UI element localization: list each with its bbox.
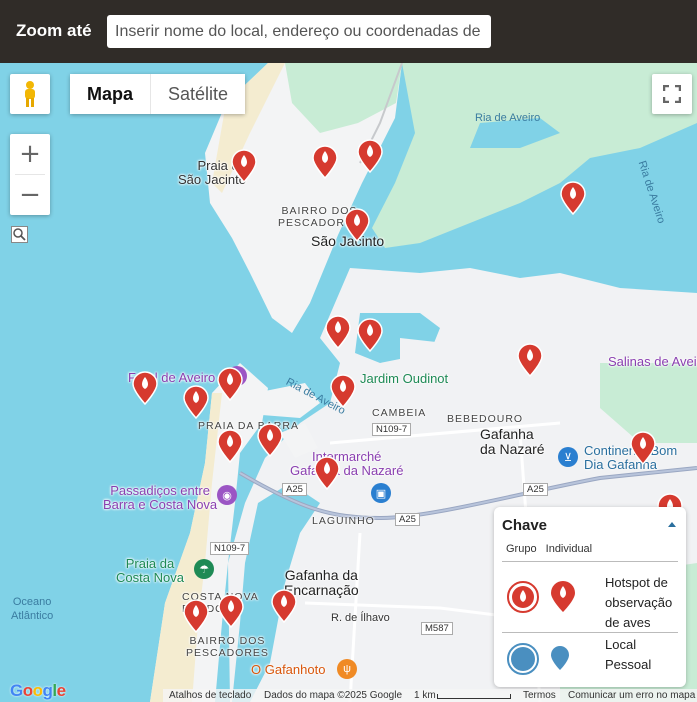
map-type-control: Mapa Satélite (70, 74, 246, 114)
label-intermarche: Intermarché Gafanha da Nazaré (290, 449, 404, 478)
legend-title: Chave (502, 517, 548, 534)
poi-shopping-cart-icon[interactable]: ⊻ (558, 447, 578, 467)
legend-hotspot-label: Hotspot de observação de aves (605, 575, 673, 630)
legend-column-group: Grupo (506, 543, 537, 555)
scale-bar (437, 694, 511, 699)
map-type-map-button[interactable]: Mapa (70, 74, 151, 114)
hotspot-marker-icon[interactable] (312, 145, 338, 180)
poi-restaurant-icon[interactable]: ψ (337, 659, 357, 679)
hotspot-marker-icon[interactable] (314, 456, 340, 491)
map-type-satellite-button[interactable]: Satélite (150, 74, 246, 114)
label-salinas: Salinas de Aveiro (608, 354, 697, 369)
hotspot-marker-icon[interactable] (357, 139, 383, 174)
zoom-control: + − (10, 134, 50, 215)
zoom-out-button[interactable]: − (10, 175, 50, 215)
legend-column-headers: Grupo Individual (506, 543, 598, 555)
road-shield-m587: M587 (421, 622, 453, 635)
map-footer: Google Atalhos de teclado Dados do mapa … (0, 681, 697, 702)
legend-divider-1 (502, 561, 678, 562)
label-laguinho: LAGUINHO (312, 515, 375, 527)
road-shield-a25-b: A25 (395, 513, 420, 526)
label-oceano: Oceano Atlântico (11, 596, 54, 622)
terms-link[interactable]: Termos (523, 689, 556, 702)
fullscreen-icon (663, 85, 681, 103)
report-error-link[interactable]: Comunicar um erro no mapa (568, 689, 695, 702)
legend-personal-label: Local Pessoal (605, 637, 652, 672)
label-jardim-oudinot: Jardim Oudinot (360, 371, 449, 386)
label-ria-aveiro-north: Ria de Aveiro (475, 112, 541, 124)
legend-column-individual: Individual (545, 543, 593, 555)
zoom-to-label: Zoom até (16, 21, 92, 40)
hotspot-marker-icon[interactable] (218, 594, 244, 629)
legend-individual-hotspot-icon (551, 581, 575, 612)
zoom-box-button[interactable] (11, 226, 28, 243)
location-search-input[interactable] (107, 15, 491, 48)
poi-camera-icon[interactable]: ◉ (217, 485, 237, 505)
hotspot-marker-icon[interactable] (217, 367, 243, 402)
hotspot-marker-icon[interactable] (330, 374, 356, 409)
pegman-icon (25, 81, 35, 107)
hotspot-marker-icon[interactable] (560, 181, 586, 216)
hotspot-marker-icon[interactable] (630, 431, 656, 466)
label-r-ilhavo: R. de Ílhavo (331, 612, 390, 624)
road-shield-n109-7-b: N109-7 (210, 542, 250, 555)
label-bebedouro: BEBEDOURO (447, 413, 524, 425)
label-gafanhoto: O Gafanhoto (251, 662, 326, 677)
poi-beach-icon[interactable]: ☂ (194, 559, 214, 579)
google-logo: Google (10, 681, 66, 700)
hotspot-marker-icon[interactable] (231, 149, 257, 184)
zoom-box-icon (11, 226, 28, 243)
label-praia-costa-nova: Praia da Costa Nova (116, 556, 184, 585)
poi-shopping-bag-icon[interactable]: ▣ (371, 483, 391, 503)
zoom-in-button[interactable]: + (10, 134, 50, 174)
hotspot-marker-icon[interactable] (325, 315, 351, 350)
fullscreen-button[interactable] (652, 74, 692, 114)
map-legend: Chave Grupo Individual Hotspot de observ… (494, 507, 686, 687)
header-bar: Zoom até (0, 0, 697, 63)
legend-group-personal-icon (507, 643, 539, 675)
road-shield-a25-c: A25 (523, 483, 548, 496)
street-view-pegman[interactable] (10, 74, 50, 114)
hotspot-marker-icon[interactable] (183, 599, 209, 634)
hotspot-marker-icon[interactable] (271, 589, 297, 624)
legend-individual-personal-icon (551, 646, 569, 670)
map-data-attribution: Dados do mapa ©2025 Google (264, 690, 403, 701)
map-canvas[interactable]: Mapa Satélite + − Praia de São Jacinto B… (0, 63, 697, 702)
label-bairro-pescadores-south: BAIRRO DOS PESCADORES (186, 635, 269, 659)
hotspot-marker-icon[interactable] (132, 371, 158, 406)
hotspot-marker-icon[interactable] (517, 343, 543, 378)
hotspot-marker-icon[interactable] (344, 208, 370, 243)
hotspot-marker-icon[interactable] (257, 423, 283, 458)
label-praia-barra: PRAIA DA BARRA (198, 420, 299, 432)
keyboard-shortcuts-link[interactable]: Atalhos de teclado (169, 689, 251, 702)
road-shield-n109-7-a: N109-7 (372, 423, 412, 436)
label-passadicos: Passadiços entre Barra e Costa Nova (103, 483, 218, 512)
label-cambeia: CAMBEIA (372, 407, 427, 419)
legend-collapse-toggle[interactable] (668, 522, 676, 527)
legend-divider-2 (502, 632, 678, 633)
road-shield-a25-a: A25 (282, 483, 307, 496)
hotspot-marker-icon[interactable] (217, 429, 243, 464)
hotspot-marker-icon[interactable] (357, 318, 383, 353)
label-gafanha-nazare: Gafanha da Nazaré (480, 426, 545, 457)
scale-label[interactable]: 1 km (414, 689, 436, 702)
footer-strip: Atalhos de teclado Dados do mapa ©2025 G… (163, 689, 697, 702)
legend-group-hotspot-icon (507, 581, 539, 613)
hotspot-marker-icon[interactable] (183, 385, 209, 420)
